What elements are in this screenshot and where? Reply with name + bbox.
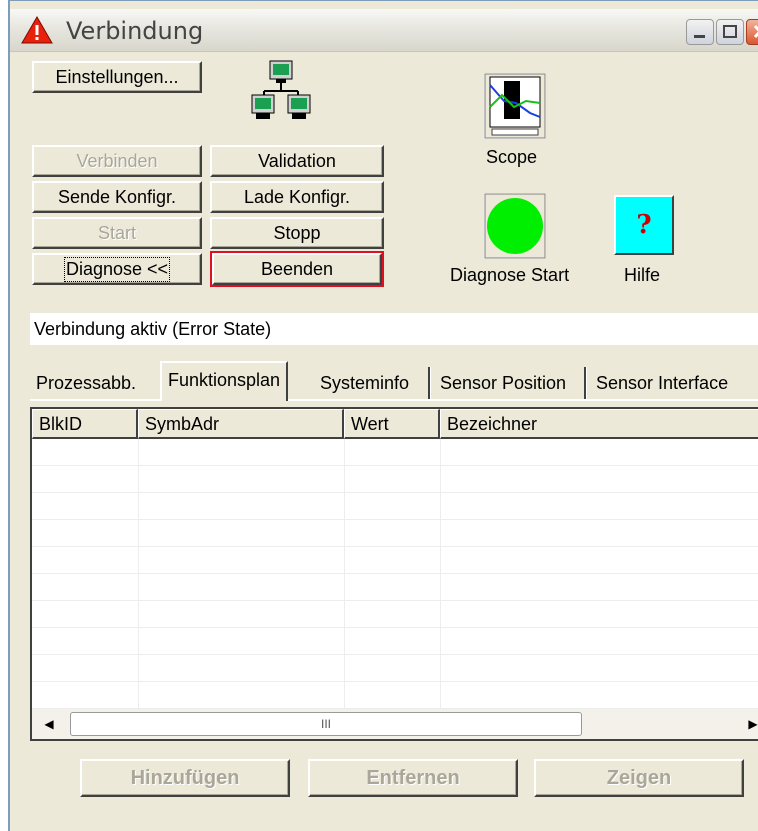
diagnose-toggle-label: Diagnose << bbox=[63, 256, 171, 282]
window-title: Verbindung bbox=[66, 17, 204, 45]
send-config-button[interactable]: Sende Konfigr. bbox=[32, 181, 202, 213]
diagnose-start-button[interactable] bbox=[483, 192, 547, 260]
tab-separator bbox=[584, 367, 587, 399]
quit-button[interactable]: Beenden bbox=[210, 251, 384, 287]
scroll-right-icon[interactable]: ▶ bbox=[738, 709, 758, 739]
column-grid-line bbox=[138, 439, 139, 709]
table-row[interactable] bbox=[32, 682, 758, 709]
tab-prozessabb[interactable]: Prozessabb. bbox=[30, 367, 142, 399]
minimize-icon bbox=[694, 35, 705, 38]
tab-separator bbox=[428, 367, 431, 399]
title-bar[interactable]: Verbindung bbox=[10, 9, 758, 52]
column-grid-line bbox=[344, 439, 345, 709]
table-row[interactable] bbox=[32, 493, 758, 520]
scope-button[interactable] bbox=[483, 72, 547, 140]
table-row[interactable] bbox=[32, 574, 758, 601]
help-button[interactable]: ? bbox=[614, 195, 674, 255]
tab-sensor-position[interactable]: Sensor Position bbox=[434, 367, 572, 399]
scroll-thumb[interactable]: III bbox=[70, 712, 582, 736]
table-row[interactable] bbox=[32, 439, 758, 466]
network-computers-icon bbox=[251, 60, 311, 119]
help-label: Hilfe bbox=[624, 265, 661, 285]
show-button[interactable]: Zeigen bbox=[534, 759, 744, 797]
scope-icon bbox=[483, 72, 547, 140]
tab-systeminfo[interactable]: Systeminfo bbox=[314, 367, 415, 399]
remove-button[interactable]: Entfernen bbox=[308, 759, 518, 797]
column-grid-line bbox=[440, 439, 441, 709]
list-header: BlkID SymbAdr Wert Bezeichner bbox=[32, 409, 758, 439]
scroll-left-icon[interactable]: ◀ bbox=[34, 709, 64, 739]
maximize-icon bbox=[723, 25, 737, 38]
add-button[interactable]: Hinzufügen bbox=[80, 759, 290, 797]
connect-button[interactable]: Verbinden bbox=[32, 145, 202, 177]
tab-sensor-interface[interactable]: Sensor Interface bbox=[590, 367, 734, 399]
maximize-button[interactable] bbox=[716, 19, 744, 45]
validation-button[interactable]: Validation bbox=[210, 145, 384, 177]
load-config-button[interactable]: Lade Konfigr. bbox=[210, 181, 384, 213]
status-text: Verbindung aktiv (Error State) bbox=[30, 313, 758, 345]
table-row[interactable] bbox=[32, 547, 758, 574]
column-header-symbadr[interactable]: SymbAdr bbox=[138, 409, 344, 439]
close-button[interactable] bbox=[746, 19, 758, 45]
column-header-bezeichner[interactable]: Bezeichner bbox=[440, 409, 758, 439]
diagnose-indicator-icon bbox=[483, 192, 547, 260]
close-icon bbox=[753, 24, 758, 39]
table-row[interactable] bbox=[32, 520, 758, 547]
scope-label: Scope bbox=[486, 147, 538, 167]
function-plan-list[interactable]: BlkID SymbAdr Wert Bezeichner ◀ III ▶ bbox=[30, 407, 758, 741]
main-window: Verbindung Einstellungen... Verbinden Va… bbox=[8, 0, 758, 831]
stop-button[interactable]: Stopp bbox=[210, 217, 384, 249]
horizontal-scrollbar[interactable]: ◀ III ▶ bbox=[32, 709, 758, 739]
help-icon: ? bbox=[636, 210, 652, 240]
table-row[interactable] bbox=[32, 466, 758, 493]
diagnose-toggle-button[interactable]: Diagnose << bbox=[32, 253, 202, 285]
diagnose-start-label: Diagnose Start bbox=[450, 265, 570, 285]
table-row[interactable] bbox=[32, 601, 758, 628]
table-row[interactable] bbox=[32, 655, 758, 682]
column-header-wert[interactable]: Wert bbox=[344, 409, 440, 439]
column-header-blkid[interactable]: BlkID bbox=[32, 409, 138, 439]
warning-triangle-icon bbox=[21, 15, 53, 44]
table-row[interactable] bbox=[32, 628, 758, 655]
tab-funktionsplan[interactable]: Funktionsplan bbox=[160, 361, 289, 401]
settings-button[interactable]: Einstellungen... bbox=[32, 61, 202, 93]
minimize-button[interactable] bbox=[686, 19, 714, 45]
start-button[interactable]: Start bbox=[32, 217, 202, 249]
